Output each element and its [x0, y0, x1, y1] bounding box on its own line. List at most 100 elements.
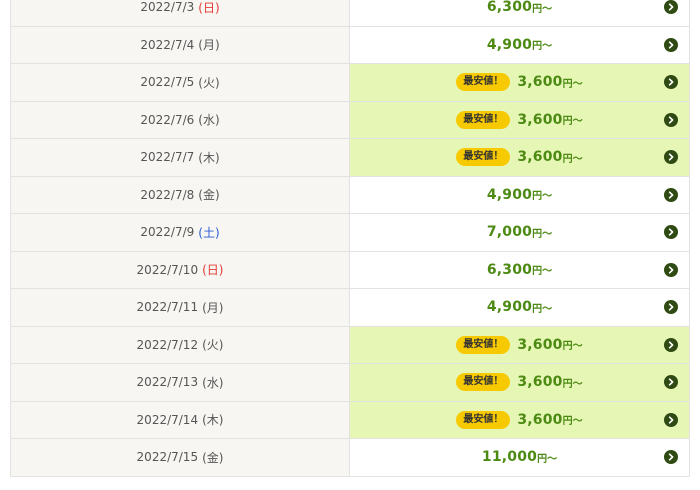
chevron-right-circle-icon[interactable]	[664, 75, 678, 90]
table-row[interactable]: 2022/7/10 (日) 6,300 円～	[10, 251, 690, 289]
day-of-week: (日)	[202, 263, 224, 278]
table-row[interactable]: 2022/7/14 (木) 最安値！ 3,600 円～	[10, 401, 690, 439]
price-cell[interactable]: 4,900 円～	[350, 176, 690, 213]
table-row[interactable]: 2022/7/15 (金) 11,000 円～	[10, 439, 690, 477]
price-cell[interactable]: 最安値！ 3,600 円～	[350, 64, 690, 101]
price-cell[interactable]: 最安値！ 3,600 円～	[350, 101, 690, 138]
table-row[interactable]: 2022/7/7 (木) 最安値！ 3,600 円～	[10, 139, 690, 177]
price-cell[interactable]: 6,300 円～	[350, 0, 690, 26]
price-unit: 円～	[537, 453, 558, 465]
price-value: 4,900	[486, 186, 533, 203]
table-row[interactable]: 2022/7/13 (水) 最安値！ 3,600 円～	[10, 364, 690, 402]
table-row[interactable]: 2022/7/5 (火) 最安値！ 3,600 円～	[10, 64, 690, 102]
date-text: 2022/7/7	[140, 150, 195, 165]
price-cell[interactable]: 最安値！ 3,600 円～	[350, 139, 690, 176]
price-cell[interactable]: 最安値！ 3,600 円～	[350, 401, 690, 438]
table-row[interactable]: 2022/7/11 (月) 4,900 円～	[10, 289, 690, 327]
price-cell[interactable]: 11,000 円～	[350, 439, 690, 476]
table-row[interactable]: 2022/7/4 (月) 4,900 円～	[10, 26, 690, 64]
day-of-week: (火)	[198, 75, 220, 90]
price-unit: 円～	[532, 266, 553, 278]
day-of-week: (木)	[198, 150, 220, 165]
cheapest-badge: 最安値！	[456, 148, 511, 167]
price-value: 7,000	[486, 224, 533, 241]
date-cell: 2022/7/7 (木)	[10, 139, 350, 176]
date-cell: 2022/7/10 (日)	[10, 251, 350, 288]
date-text: 2022/7/8	[140, 187, 195, 202]
price-unit: 円～	[562, 378, 583, 390]
date-cell: 2022/7/8 (金)	[10, 176, 350, 213]
date-text: 2022/7/11	[136, 300, 199, 315]
price-unit: 円～	[562, 341, 583, 353]
date-text: 2022/7/6	[140, 112, 195, 127]
date-text: 2022/7/10	[136, 262, 199, 277]
price-cell[interactable]: 最安値！ 3,600 円～	[350, 364, 690, 401]
day-of-week: (日)	[198, 0, 220, 15]
price-value: 3,600	[517, 149, 563, 166]
day-of-week: (木)	[202, 413, 224, 428]
price-value: 6,300	[486, 261, 533, 278]
chevron-right-circle-icon[interactable]	[664, 225, 678, 240]
cheapest-badge: 最安値！	[456, 410, 511, 429]
date-text: 2022/7/9	[140, 225, 195, 240]
cheapest-badge: 最安値！	[456, 373, 511, 392]
table-row[interactable]: 2022/7/9 (土) 7,000 円～	[10, 214, 690, 252]
chevron-right-circle-icon[interactable]	[664, 262, 678, 277]
cheapest-badge: 最安値！	[456, 335, 511, 354]
price-unit: 円～	[532, 191, 553, 203]
price-value: 3,600	[517, 374, 563, 391]
chevron-right-circle-icon[interactable]	[664, 412, 678, 427]
price-cell[interactable]: 最安値！ 3,600 円～	[350, 326, 690, 363]
price-cell[interactable]: 7,000 円～	[350, 214, 690, 251]
price-value: 3,600	[517, 74, 563, 91]
date-text: 2022/7/14	[136, 412, 199, 427]
table-row[interactable]: 2022/7/12 (火) 最安値！ 3,600 円～	[10, 326, 690, 364]
day-of-week: (土)	[198, 225, 220, 240]
price-value: 3,600	[517, 411, 563, 428]
price-unit: 円～	[532, 228, 553, 240]
day-of-week: (金)	[198, 188, 220, 203]
date-cell: 2022/7/11 (月)	[10, 289, 350, 326]
price-unit: 円～	[562, 416, 583, 428]
date-text: 2022/7/4	[140, 37, 195, 52]
chevron-right-circle-icon[interactable]	[664, 337, 678, 352]
chevron-right-circle-icon[interactable]	[664, 187, 678, 202]
price-unit: 円～	[562, 78, 583, 90]
chevron-right-circle-icon[interactable]	[664, 375, 678, 390]
chevron-right-circle-icon[interactable]	[664, 37, 678, 52]
table-row[interactable]: 2022/7/6 (水) 最安値！ 3,600 円～	[10, 101, 690, 139]
price-cell[interactable]: 4,900 円～	[350, 289, 690, 326]
price-value: 3,600	[517, 111, 563, 128]
date-cell: 2022/7/3 (日)	[10, 0, 350, 26]
date-text: 2022/7/5	[140, 75, 195, 90]
date-text: 2022/7/12	[136, 337, 199, 352]
day-of-week: (水)	[198, 113, 220, 128]
chevron-right-circle-icon[interactable]	[664, 450, 678, 465]
date-text: 2022/7/15	[136, 450, 199, 465]
date-cell: 2022/7/13 (水)	[10, 364, 350, 401]
day-of-week: (水)	[202, 375, 224, 390]
price-value: 4,900	[486, 36, 533, 53]
chevron-right-circle-icon[interactable]	[664, 300, 678, 315]
day-of-week: (月)	[198, 38, 220, 53]
date-cell: 2022/7/14 (木)	[10, 401, 350, 438]
price-cell[interactable]: 6,300 円～	[350, 251, 690, 288]
price-unit: 円～	[532, 3, 553, 15]
price-value: 11,000	[481, 449, 538, 466]
date-price-table: 2022/7/3 (日) 6,300 円～ 2022/7/4 (月) 4,900 円…	[10, 0, 690, 477]
date-cell: 2022/7/6 (水)	[10, 101, 350, 138]
date-text: 2022/7/13	[136, 375, 199, 390]
chevron-right-circle-icon[interactable]	[664, 112, 678, 127]
price-unit: 円～	[532, 303, 553, 315]
table-row[interactable]: 2022/7/3 (日) 6,300 円～	[10, 0, 690, 27]
date-cell: 2022/7/9 (土)	[10, 214, 350, 251]
date-cell: 2022/7/4 (月)	[10, 26, 350, 63]
day-of-week: (金)	[202, 450, 224, 465]
table-row[interactable]: 2022/7/8 (金) 4,900 円～	[10, 176, 690, 214]
price-cell[interactable]: 4,900 円～	[350, 26, 690, 63]
day-of-week: (火)	[202, 338, 224, 353]
chevron-right-circle-icon[interactable]	[664, 150, 678, 165]
price-unit: 円～	[532, 41, 553, 53]
chevron-right-circle-icon[interactable]	[664, 0, 678, 15]
date-cell: 2022/7/12 (火)	[10, 326, 350, 363]
